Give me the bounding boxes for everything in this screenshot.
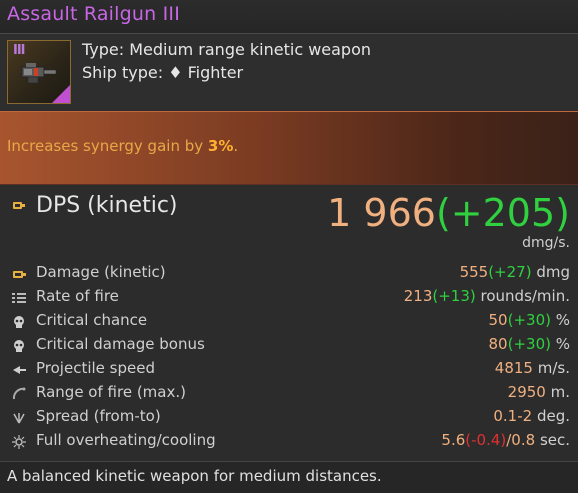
- stat-value: 2950 m.: [508, 383, 570, 401]
- spread-icon: [12, 410, 26, 424]
- stat-label: Rate of fire: [36, 287, 119, 305]
- dps-label: DPS (kinetic): [36, 193, 178, 218]
- synergy-prefix: Increases synergy gain by: [7, 137, 208, 155]
- weapon-title: Assault Railgun III: [7, 3, 181, 25]
- stat-unit: m.: [545, 383, 570, 401]
- dps-value: 1 966(+205): [327, 191, 570, 235]
- stat-number: 2950: [507, 383, 546, 401]
- stat-unit: m/s.: [532, 359, 570, 377]
- description-footer: A balanced kinetic weapon for medium dis…: [0, 461, 578, 493]
- railgun-icon: III: [7, 40, 71, 104]
- stat-number: 50: [488, 311, 508, 329]
- stat-row: Critical chance 50(+30) %: [0, 309, 578, 333]
- synergy-banner: Increases synergy gain by 3%.: [0, 111, 578, 185]
- stat-label: Projectile speed: [36, 359, 155, 377]
- stat-unit: sec.: [535, 431, 570, 449]
- stat-value: 213(+13) rounds/min.: [404, 287, 570, 305]
- stat-number: 80: [488, 335, 508, 353]
- stat-row: Critical damage bonus 80(+30) %: [0, 333, 578, 357]
- rarity-corner: [52, 85, 70, 103]
- stat-number: 5.6: [441, 431, 466, 449]
- dps-unit: dmg/s.: [522, 235, 570, 251]
- synergy-text: Increases synergy gain by 3%.: [7, 137, 238, 155]
- stat-label: Spread (from-to): [36, 407, 161, 425]
- synergy-value: 3%: [207, 137, 234, 155]
- dps-icon: [13, 202, 25, 209]
- stat-unit: dmg: [531, 263, 570, 281]
- stats-panel: DPS (kinetic) 1 966(+205) dmg/s. Damage …: [0, 185, 578, 461]
- stat-label: Critical chance: [36, 311, 148, 329]
- stat-value: 0.1-2 deg.: [493, 407, 570, 425]
- stat-label: Damage (kinetic): [36, 263, 166, 281]
- stat-unit: %: [550, 335, 570, 353]
- range-icon: [12, 386, 26, 400]
- weapon-type: Type: Medium range kinetic weapon: [82, 40, 372, 59]
- stat-bonus: (+27): [488, 263, 532, 281]
- stat-value: 80(+30) %: [489, 335, 570, 353]
- ship-type-label: Ship type:: [82, 63, 169, 82]
- stat-value: 555(+27) dmg: [460, 263, 570, 281]
- synergy-suffix: .: [233, 137, 239, 155]
- stat-unit: deg.: [532, 407, 570, 425]
- title-bar: Assault Railgun III: [0, 0, 578, 34]
- skull-icon: [12, 314, 26, 328]
- stat-bonus: (+13): [432, 287, 476, 305]
- railgun-graphic: [21, 63, 57, 84]
- dps-bonus: (+205): [435, 191, 570, 235]
- damage-icon: [12, 266, 26, 280]
- stat-unit: rounds/min.: [475, 287, 570, 305]
- speed-icon: [12, 362, 26, 376]
- stat-number-secondary: /0.8: [506, 431, 536, 449]
- diamond-icon: ♦: [168, 63, 183, 82]
- stat-unit: %: [550, 311, 570, 329]
- stat-number: 555: [459, 263, 489, 281]
- stat-number: 213: [403, 287, 433, 305]
- stat-row: Projectile speed 4815 m/s.: [0, 357, 578, 381]
- weapon-tooltip: Assault Railgun III III Type: Medium ran…: [0, 0, 578, 493]
- weapon-description: A balanced kinetic weapon for medium dis…: [7, 467, 382, 485]
- stat-row: Range of fire (max.) 2950 m.: [0, 381, 578, 405]
- stat-bonus: (+30): [507, 311, 551, 329]
- skull-icon: [12, 338, 26, 352]
- dps-number: 1 966: [327, 191, 436, 235]
- stat-label: Full overheating/cooling: [36, 431, 216, 449]
- stat-value: 4815 m/s.: [495, 359, 570, 377]
- tier-badge: III: [13, 43, 25, 58]
- ship-type-value: Fighter: [187, 63, 244, 82]
- ship-type: Ship type: ♦ Fighter: [82, 63, 243, 82]
- stat-label: Range of fire (max.): [36, 383, 186, 401]
- overheat-icon: [12, 434, 26, 449]
- weapon-header: III Type: Medium range kinetic weapon Sh…: [0, 34, 578, 110]
- stat-row: Spread (from-to) 0.1-2 deg.: [0, 405, 578, 429]
- stat-bonus: (+30): [507, 335, 551, 353]
- stat-row: Damage (kinetic) 555(+27) dmg: [0, 261, 578, 285]
- stat-row: Rate of fire 213(+13) rounds/min.: [0, 285, 578, 309]
- stat-number: 0.1-2: [493, 407, 533, 425]
- stat-row: Full overheating/cooling 5.6(-0.4)/0.8 se…: [0, 429, 578, 453]
- stat-value: 5.6(-0.4)/0.8 sec.: [441, 431, 570, 449]
- stat-number: 4815: [494, 359, 533, 377]
- stat-label: Critical damage bonus: [36, 335, 205, 353]
- stat-penalty: (-0.4): [465, 431, 507, 449]
- stat-value: 50(+30) %: [489, 311, 570, 329]
- rate-of-fire-icon: [12, 290, 26, 304]
